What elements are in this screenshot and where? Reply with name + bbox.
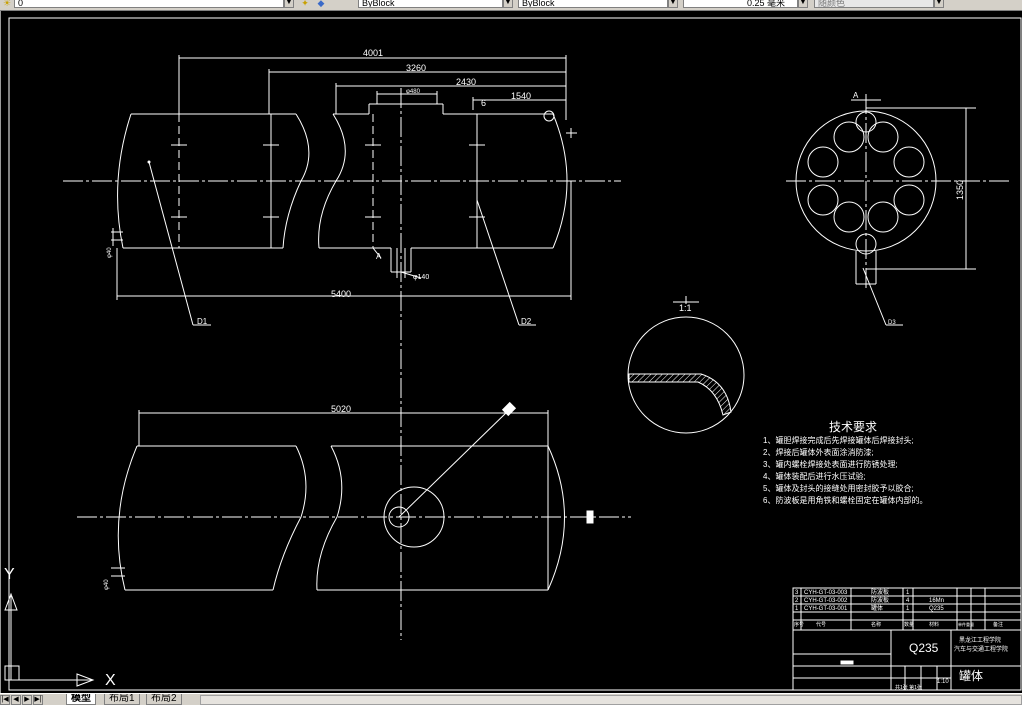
tb-header-note: 备注: [993, 621, 1003, 628]
tb-row1-name: 罐体: [871, 604, 883, 612]
dim-phi140: φ140: [413, 274, 429, 281]
lineweight-combo[interactable]: 0.25 毫米: [683, 0, 798, 8]
dim-1540: 1540: [511, 91, 531, 101]
dim-4001: 4001: [363, 48, 383, 58]
tb-row2-name: 防波板: [871, 596, 889, 604]
layer-dropdown-arrow[interactable]: ▼: [284, 0, 294, 8]
tab-layout2[interactable]: 布局2: [146, 694, 182, 705]
dim-5400: 5400: [331, 289, 351, 299]
tb-row2-no: 2: [795, 598, 799, 604]
tb-school-1: 黑龙江工程学院: [959, 636, 1001, 644]
detail-view: [627, 296, 745, 434]
make-current-layer-icon[interactable]: ✦: [300, 0, 310, 9]
cad-drawing[interactable]: 4001 3260 2430 1540 φ480 6 φ140 5400 A φ…: [1, 11, 1022, 693]
tech-line-2: 2、焊接后罐体外表面涂消防漆;: [763, 447, 874, 457]
color-combo[interactable]: ByBlock: [358, 0, 503, 8]
tb-header-name: 名称: [871, 621, 881, 628]
side-view: [786, 94, 1011, 290]
front-view: [63, 88, 621, 640]
tab-model[interactable]: 模型: [66, 694, 96, 705]
tech-line-4: 4、罐体装配后进行水压试验;: [763, 471, 866, 481]
linetype-dropdown-arrow[interactable]: ▼: [668, 0, 678, 8]
tech-line-5: 5、罐体及封头的接缝处用密封胶予以胶合;: [763, 483, 914, 493]
tech-title: 技术要求: [829, 420, 877, 434]
detail-scale: 1:1: [679, 303, 692, 313]
tb-row2-mat: 16Mn: [929, 598, 944, 604]
tb-row1-mat: Q235: [929, 606, 944, 612]
dim-phi480: φ480: [406, 89, 421, 95]
tb-scale: 1:10: [937, 679, 949, 685]
layer-previous-icon[interactable]: ◆: [316, 0, 326, 9]
tb-row1-no: 1: [795, 606, 799, 612]
tb-row3-code: CYH-GT-03-003: [804, 590, 848, 596]
dim-6: 6: [481, 98, 486, 108]
callout-leaders: [148, 161, 903, 326]
dim-bottom-phi40: φ40: [104, 579, 110, 590]
tb-row1-qty: 1: [906, 606, 910, 612]
tech-line-3: 3、罐内螺栓焊接处表面进行防锈处理;: [763, 459, 898, 469]
plotstyle-combo[interactable]: 随颜色: [814, 0, 934, 8]
lineweight-dropdown-arrow[interactable]: ▼: [798, 0, 808, 8]
dim-3260: 3260: [406, 63, 426, 73]
tb-header-mat: 材料: [929, 621, 939, 628]
tb-row2-code: CYH-GT-03-002: [804, 598, 848, 604]
callout-d3: D3: [888, 320, 896, 326]
color-dropdown-arrow[interactable]: ▼: [503, 0, 513, 8]
side-section-a: A: [853, 91, 859, 100]
dim-1350: 1350: [955, 180, 965, 200]
linetype-combo[interactable]: ByBlock: [518, 0, 668, 8]
layer-state-icon[interactable]: ☀: [2, 0, 12, 9]
tb-sheet: 共1张 第1张: [895, 684, 922, 691]
technical-requirements: 技术要求 1、罐胆焊接完成后先焊接罐体后焊接封头; 2、焊接后罐体外表面涂消防漆…: [763, 420, 927, 505]
plotstyle-dropdown-arrow[interactable]: ▼: [934, 0, 944, 8]
tb-header-qty: 数量: [904, 621, 914, 628]
tb-row3-name: 防波板: [871, 588, 889, 596]
callout-d2: D2: [521, 317, 532, 326]
layer-combo[interactable]: 0: [14, 0, 284, 8]
tb-row2-qty: 4: [906, 598, 910, 604]
dim-2430: 2430: [456, 77, 476, 87]
top-view: [77, 401, 631, 591]
tb-row3-qty: 1: [906, 590, 910, 596]
tb-row3-no: 3: [795, 590, 799, 596]
tb-header-code: 代号: [816, 621, 826, 628]
tb-header-weight: 单件重量: [958, 621, 974, 627]
drawing-border: [8, 17, 1022, 691]
tab-layout1[interactable]: 布局1: [104, 694, 140, 705]
tb-school-2: 汽车与交通工程学院: [954, 645, 1008, 653]
ucs-x-label: X: [105, 672, 116, 689]
tb-header-no: 序号: [794, 621, 804, 628]
tech-line-1: 1、罐胆焊接完成后先焊接罐体后焊接封头;: [763, 435, 914, 445]
tb-part-name: 罐体: [959, 669, 983, 683]
dim-left-phi40: φ40: [107, 247, 113, 258]
layout-tab-bar: |◀ ◀ ▶ ▶| 模型 布局1 布局2: [0, 693, 1022, 705]
section-mark-a: A: [376, 252, 382, 261]
ucs-y-label: Y: [4, 566, 15, 583]
dim-5020: 5020: [331, 404, 351, 414]
tb-row1-code: CYH-GT-03-001: [804, 606, 848, 612]
ucs-icon: [4, 592, 95, 687]
properties-toolbar: ☀ 0 ▼ ✦ ◆ ByBlock ▼ ByBlock ▼ 0.25 毫米 ▼ …: [0, 0, 1022, 11]
drawing-canvas[interactable]: 4001 3260 2430 1540 φ480 6 φ140 5400 A φ…: [0, 11, 1022, 693]
tech-line-6: 6、防波板是用角铁和螺栓固定在罐体内部的。: [763, 495, 927, 505]
front-view-dimensions: [116, 55, 572, 300]
tb-material: Q235: [909, 641, 939, 655]
callout-d1: D1: [197, 317, 208, 326]
